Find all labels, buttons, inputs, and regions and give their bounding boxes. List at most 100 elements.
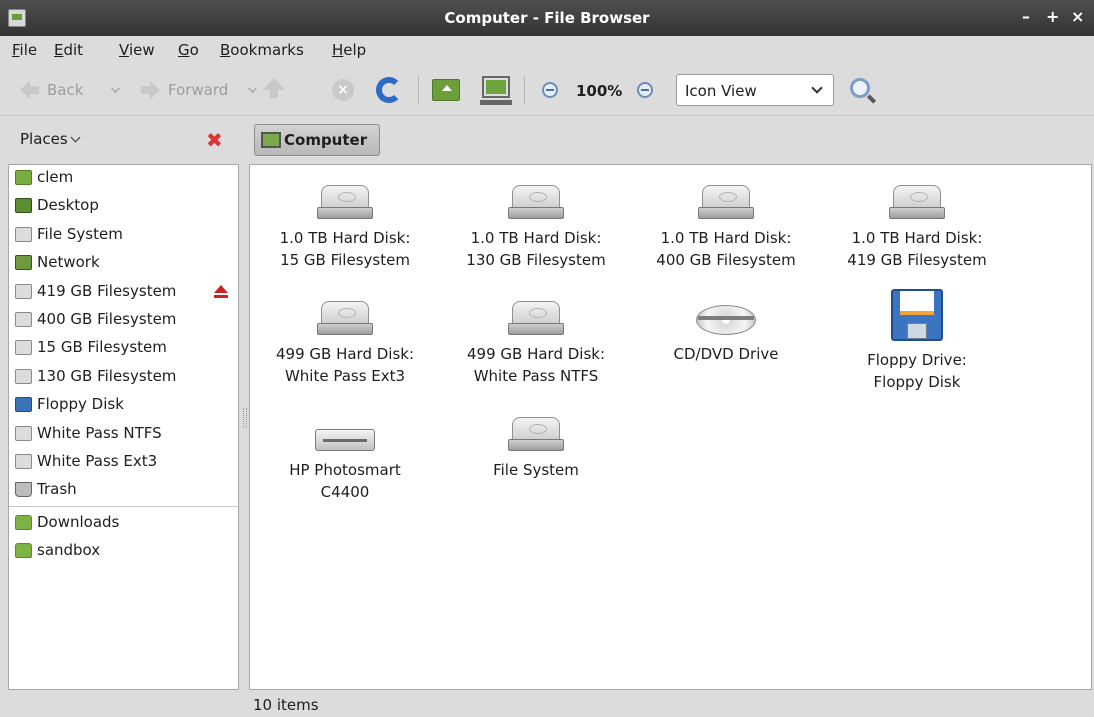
back-label: Back [47, 81, 84, 99]
file-label: 1.0 TB Hard Disk: [660, 229, 792, 247]
file-label: White Pass NTFS [473, 367, 599, 385]
sidebar-item-desktop[interactable]: Desktop [15, 193, 99, 217]
file-label: Floppy Drive: [867, 351, 967, 369]
sidebar-item-label: 130 GB Filesystem [37, 367, 177, 385]
toolbar-separator [524, 76, 525, 104]
sidebar-item-white-pass-ntfs[interactable]: White Pass NTFS [15, 421, 162, 445]
file-item[interactable]: 1.0 TB Hard Disk: 419 GB Filesystem [824, 185, 1010, 271]
view-mode-select[interactable]: Icon View [676, 74, 834, 106]
sidebar-item-white-pass-ext3[interactable]: White Pass Ext3 [15, 449, 157, 473]
menu-help[interactable]: Help [332, 41, 366, 59]
stop-icon[interactable]: × [332, 79, 354, 101]
file-label: 130 GB Filesystem [466, 251, 606, 269]
maximize-button[interactable]: + [1046, 7, 1059, 26]
toolbar: Back Forward × 100% Icon View [0, 64, 1094, 116]
menu-go[interactable]: Go [178, 41, 199, 59]
sidebar-item-400gb[interactable]: 400 GB Filesystem [15, 307, 176, 331]
file-item[interactable]: File System [443, 417, 629, 481]
menu-bar: File Edit View Go Bookmarks Help [0, 36, 1094, 64]
sidebar-item-clem[interactable]: clem [15, 165, 73, 189]
sidebar-item-label: clem [37, 168, 74, 186]
forward-history-chevron-icon[interactable] [248, 84, 257, 93]
network-icon [15, 254, 32, 270]
drive-icon [15, 311, 32, 327]
sidebar-item-label: Network [37, 253, 100, 271]
file-item[interactable]: Floppy Drive: Floppy Disk [824, 289, 1010, 393]
sidebar-item-network[interactable]: Network [15, 250, 100, 274]
forward-button[interactable]: Forward [141, 78, 228, 102]
file-label: File System [493, 461, 579, 479]
back-arrow-icon [20, 81, 30, 99]
file-item[interactable]: 499 GB Hard Disk: White Pass NTFS [443, 301, 629, 387]
zoom-level[interactable]: 100% [576, 82, 622, 100]
sidebar-item-label: Floppy Disk [37, 395, 124, 413]
computer-icon[interactable] [480, 76, 512, 105]
file-item[interactable]: 1.0 TB Hard Disk: 15 GB Filesystem [252, 185, 438, 271]
sidebar-item-15gb[interactable]: 15 GB Filesystem [15, 335, 167, 359]
up-arrow-icon[interactable] [263, 78, 285, 98]
home-folder-icon[interactable] [432, 79, 460, 101]
file-label: 1.0 TB Hard Disk: [279, 229, 411, 247]
menu-file[interactable]: File [12, 41, 37, 59]
sidebar-separator [9, 506, 238, 507]
sidebar-item-floppy-disk[interactable]: Floppy Disk [15, 392, 124, 416]
file-label: 499 GB Hard Disk: [275, 345, 415, 363]
status-text: 10 items [253, 696, 319, 714]
menu-bookmarks[interactable]: Bookmarks [220, 41, 304, 59]
sidebar-item-label: Downloads [37, 513, 120, 531]
search-icon[interactable] [850, 78, 870, 98]
file-item[interactable]: 1.0 TB Hard Disk: 130 GB Filesystem [443, 185, 629, 271]
file-item[interactable]: CD/DVD Drive [633, 301, 819, 365]
drive-icon [15, 453, 32, 469]
file-label: 400 GB Filesystem [656, 251, 796, 269]
minimize-button[interactable]: – [1022, 7, 1030, 26]
places-dropdown[interactable]: Places [20, 130, 81, 148]
hard-disk-icon [508, 185, 564, 219]
close-sidebar-icon[interactable]: ✖ [206, 128, 223, 152]
computer-icon [261, 132, 281, 148]
sidebar-item-419gb[interactable]: 419 GB Filesystem [15, 279, 176, 303]
zoom-out-icon[interactable] [542, 82, 558, 98]
file-label: Floppy Disk [873, 373, 961, 391]
sidebar-item-label: 400 GB Filesystem [37, 310, 177, 328]
trash-icon [15, 481, 32, 497]
sidebar-item-trash[interactable]: Trash [15, 477, 77, 501]
chevron-down-icon [70, 132, 81, 143]
back-button[interactable]: Back [20, 78, 83, 102]
pane-splitter[interactable] [240, 164, 248, 690]
folder-icon [15, 514, 32, 530]
sidebar-item-label: 419 GB Filesystem [37, 282, 177, 300]
floppy-icon [15, 396, 32, 412]
sidebar-item-label: White Pass NTFS [37, 424, 162, 442]
eject-icon[interactable] [214, 285, 228, 298]
path-button-computer[interactable]: Computer [254, 124, 380, 156]
folder-icon [15, 542, 32, 558]
file-item[interactable]: 1.0 TB Hard Disk: 400 GB Filesystem [633, 185, 819, 271]
file-item[interactable]: 499 GB Hard Disk: White Pass Ext3 [252, 301, 438, 387]
sidebar-item-sandbox[interactable]: sandbox [15, 538, 100, 562]
close-window-button[interactable]: × [1071, 7, 1084, 26]
sidebar-item-downloads[interactable]: Downloads [15, 510, 119, 534]
menu-edit[interactable]: Edit [54, 41, 83, 59]
drive-icon [15, 368, 32, 384]
zoom-in-icon[interactable] [637, 82, 653, 98]
cdrom-icon [696, 301, 756, 335]
back-history-chevron-icon[interactable] [111, 84, 120, 93]
file-item[interactable]: HP Photosmart C4400 [252, 417, 438, 503]
path-bar: Computer [244, 116, 1094, 164]
sidebar-item-file-system[interactable]: File System [15, 222, 123, 246]
hard-disk-icon [698, 185, 754, 219]
sidebar-item-label: 15 GB Filesystem [37, 338, 167, 356]
sidebar-item-label: White Pass Ext3 [37, 452, 158, 470]
hard-disk-icon [508, 301, 564, 335]
hard-disk-icon [508, 417, 564, 451]
menu-view[interactable]: View [119, 41, 155, 59]
status-bar: 10 items [249, 692, 1094, 717]
chevron-down-icon [811, 82, 823, 94]
view-mode-value: Icon View [685, 82, 757, 100]
reload-icon[interactable] [376, 77, 402, 103]
places-label: Places [20, 130, 68, 148]
forward-label: Forward [168, 81, 229, 99]
sidebar-item-130gb[interactable]: 130 GB Filesystem [15, 364, 176, 388]
window-title: Computer - File Browser [444, 9, 650, 27]
